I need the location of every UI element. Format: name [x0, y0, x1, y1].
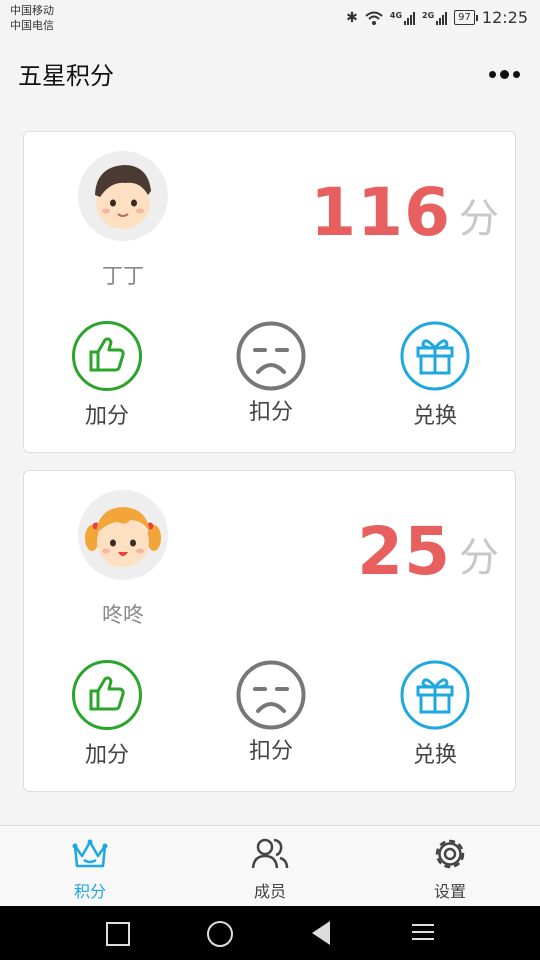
- score-unit: 分: [459, 196, 499, 242]
- add-points-label: 加分: [84, 404, 129, 429]
- gift-icon: [399, 659, 471, 731]
- add-points-button[interactable]: 加分: [47, 659, 167, 769]
- tab-points[interactable]: 积分: [45, 834, 135, 902]
- signal-icon-2: 2G: [422, 10, 448, 25]
- status-icons: ✱ 4G 2G 97 12:25: [346, 8, 528, 27]
- sad-face-icon: [235, 320, 307, 392]
- clock: 12:25: [481, 8, 528, 27]
- page-title: 五星积分: [18, 62, 114, 90]
- member-name: 咚咚: [102, 603, 144, 627]
- add-points-label: 加分: [84, 743, 129, 768]
- carrier-2: 中国电信: [10, 19, 54, 32]
- boy-avatar[interactable]: [78, 151, 168, 241]
- wifi-icon: [365, 11, 383, 25]
- score-display: 25 分: [357, 517, 499, 587]
- bottom-tab-bar: 积分 成员 设置: [0, 825, 540, 906]
- system-nav-bar: [0, 906, 540, 960]
- member-name: 丁丁: [102, 264, 144, 288]
- recent-apps-icon[interactable]: [106, 922, 130, 946]
- score-value: 116: [310, 174, 451, 251]
- deduct-points-label: 扣分: [248, 739, 293, 764]
- thumbs-up-icon: [71, 659, 143, 731]
- network-type-2: 2G: [422, 10, 435, 20]
- gift-icon: [399, 320, 471, 392]
- tab-settings[interactable]: 设置: [405, 834, 495, 902]
- thumbs-up-icon: [71, 320, 143, 392]
- more-dots-icon[interactable]: [489, 70, 520, 79]
- members-icon: [251, 838, 289, 869]
- home-icon[interactable]: [207, 921, 233, 947]
- redeem-button[interactable]: 兑换: [375, 659, 495, 769]
- sad-face-icon: [235, 659, 307, 731]
- redeem-label: 兑换: [412, 404, 457, 429]
- back-icon[interactable]: [312, 921, 330, 945]
- deduct-points-label: 扣分: [248, 400, 293, 425]
- network-type-1: 4G: [389, 10, 403, 20]
- crown-icon: [72, 839, 108, 868]
- deduct-points-button[interactable]: 扣分: [211, 320, 331, 426]
- add-points-button[interactable]: 加分: [47, 320, 167, 430]
- app-header: 五星积分: [0, 38, 540, 110]
- score-unit: 分: [459, 535, 499, 581]
- girl-avatar[interactable]: [78, 490, 168, 580]
- tab-members-label: 成员: [253, 882, 286, 901]
- menu-icon[interactable]: [412, 924, 434, 945]
- signal-icon-1: 4G: [389, 10, 416, 25]
- bluetooth-icon: ✱: [346, 9, 358, 26]
- gear-icon: [435, 839, 465, 869]
- score-display: 116 分: [310, 178, 499, 248]
- redeem-button[interactable]: 兑换: [375, 320, 495, 430]
- deduct-points-button[interactable]: 扣分: [211, 659, 331, 765]
- status-bar: 中国移动 中国电信 ✱ 4G 2G 97 12:25: [0, 0, 540, 38]
- member-card: 咚咚 25 分 加分 扣分 兑换: [23, 470, 516, 792]
- battery-indicator: 97: [454, 10, 478, 25]
- carrier-info: 中国移动 中国电信: [10, 3, 54, 33]
- carrier-1: 中国移动: [10, 4, 54, 17]
- member-card: 丁丁 116 分 加分 扣分 兑换: [23, 131, 516, 453]
- redeem-label: 兑换: [412, 743, 457, 768]
- tab-settings-label: 设置: [433, 882, 466, 901]
- score-value: 25: [357, 513, 451, 590]
- tab-points-label: 积分: [73, 882, 106, 901]
- tab-members[interactable]: 成员: [225, 834, 315, 902]
